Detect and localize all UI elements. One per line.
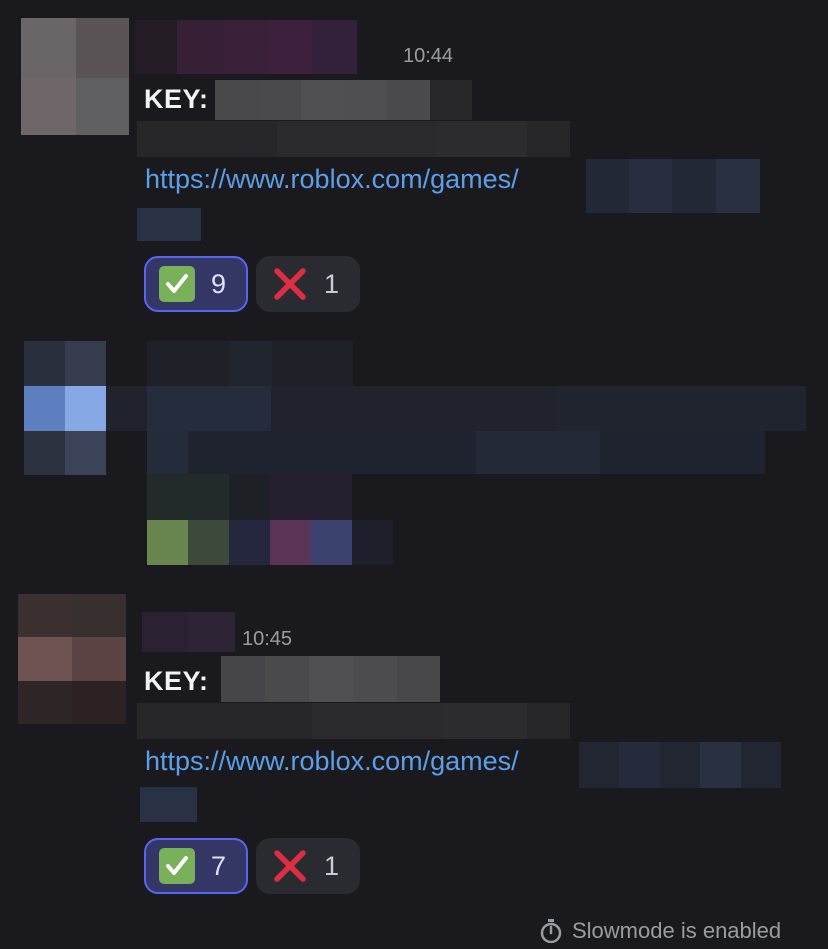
reaction-cross[interactable]: 1 — [256, 256, 360, 312]
reaction-cross[interactable]: 1 — [256, 838, 360, 894]
link-tail-redacted-2[interactable] — [137, 208, 201, 241]
key-value-redacted — [215, 80, 472, 120]
avatar[interactable] — [18, 594, 126, 724]
reaction-count: 1 — [324, 268, 340, 299]
avatar[interactable] — [24, 341, 106, 475]
stopwatch-icon — [540, 919, 562, 944]
cross-mark-icon — [272, 266, 308, 302]
reaction-count: 9 — [211, 268, 227, 299]
key-label: KEY: — [144, 666, 209, 696]
message-content-redacted — [106, 341, 806, 565]
slowmode-text: Slowmode is enabled — [572, 918, 782, 943]
timestamp: 10:44 — [403, 45, 454, 67]
username-redacted[interactable] — [135, 20, 357, 74]
link-tail-redacted-2[interactable] — [140, 787, 197, 822]
slowmode-indicator: Slowmode is enabled — [540, 918, 781, 944]
timestamp: 10:45 — [242, 628, 293, 650]
reaction-count: 7 — [211, 850, 227, 881]
link-tail-redacted[interactable] — [586, 159, 760, 213]
text-line-redacted — [137, 703, 570, 739]
reaction-check[interactable]: 9 — [144, 256, 248, 312]
key-value-redacted — [221, 656, 440, 702]
cross-mark-icon — [272, 848, 308, 884]
check-mark-icon — [159, 848, 195, 884]
reaction-check[interactable]: 7 — [144, 838, 248, 894]
username-redacted[interactable] — [142, 612, 235, 652]
text-line-redacted — [137, 121, 570, 157]
key-label: KEY: — [144, 84, 209, 114]
avatar[interactable] — [21, 18, 129, 135]
game-link[interactable]: https://www.roblox.com/games/ — [145, 746, 519, 777]
check-mark-icon — [159, 266, 195, 302]
game-link[interactable]: https://www.roblox.com/games/ — [145, 164, 519, 195]
reaction-count: 1 — [324, 850, 340, 881]
link-tail-redacted[interactable] — [579, 742, 781, 788]
